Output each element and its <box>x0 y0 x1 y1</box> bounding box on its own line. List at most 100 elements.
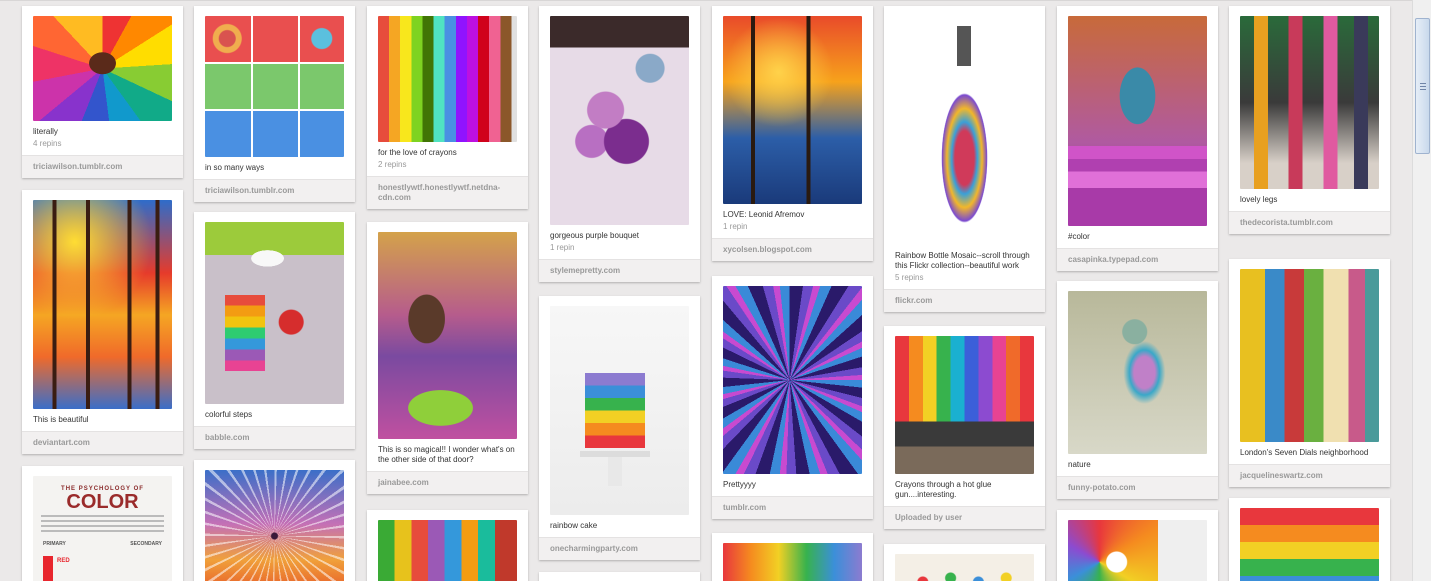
pin-source-link[interactable]: funny-potato.com <box>1057 476 1218 499</box>
pin-image-rainbow-collage[interactable] <box>205 16 344 157</box>
grip-line <box>1420 83 1426 84</box>
pin-source-text[interactable]: jacquelineswartz.com <box>1240 471 1379 481</box>
pin-card[interactable]: rainbow cake onecharmingparty.com <box>539 296 700 560</box>
pin-card[interactable] <box>884 544 1045 581</box>
pin-description: lovely legs <box>1240 195 1278 204</box>
scrollbar-thumb[interactable] <box>1415 18 1430 154</box>
pin-card[interactable] <box>367 510 528 581</box>
pin-image-purple-bouquet[interactable] <box>550 16 689 225</box>
pin-image-color-wheel-chart[interactable] <box>1068 520 1207 581</box>
pin-image-crayon-heart[interactable] <box>33 16 172 121</box>
grip-line <box>1420 89 1426 90</box>
pin-image-seven-dials[interactable] <box>1240 269 1379 442</box>
pin-source-text[interactable]: xycolsen.blogspot.com <box>723 245 862 255</box>
pin-card[interactable]: gorgeous purple bouquet 1 repin stylemep… <box>539 6 700 282</box>
pin-source-link[interactable]: stylemepretty.com <box>539 259 700 282</box>
pin-description: rainbow cake <box>550 521 598 530</box>
pin-image-crayons-2[interactable] <box>378 520 517 581</box>
pin-description: This is beautiful <box>33 415 89 424</box>
pin-source-text[interactable]: deviantart.com <box>33 438 172 448</box>
pin-card[interactable]: colorful steps babble.com <box>194 212 355 449</box>
pin-source-text[interactable]: Uploaded by user <box>895 513 1034 523</box>
pin-card[interactable]: Rainbow Bottle Mosaic--scroll through th… <box>884 6 1045 312</box>
pin-image-color-poster[interactable]: THE PSYCHOLOGY OF COLOR PRIMARY SECONDAR… <box>33 476 172 581</box>
pin-card[interactable]: Crayons through a hot glue gun....intere… <box>884 326 1045 529</box>
pin-source-link[interactable]: tumblr.com <box>712 496 873 519</box>
pin-source-text[interactable]: funny-potato.com <box>1068 483 1207 493</box>
poster-kicker: THE PSYCHOLOGY OF <box>61 486 144 492</box>
pin-card[interactable] <box>539 572 700 581</box>
grip-line <box>1420 86 1426 87</box>
pin-image-crayons[interactable] <box>378 16 517 142</box>
poster-body-lines <box>33 515 172 532</box>
pin-image-magical-room[interactable] <box>378 232 517 439</box>
pin-image-rainbow-cupcakes[interactable] <box>1240 508 1379 581</box>
pin-source-text[interactable]: triciawilson.tumblr.com <box>33 162 172 172</box>
pin-description: Prettyyyy <box>723 480 756 489</box>
pin-image-glass-ceiling[interactable] <box>723 543 862 581</box>
pin-card[interactable]: lovely legs thedecorista.tumblr.com <box>1229 6 1390 234</box>
pin-image-afremov-painting[interactable] <box>723 16 862 204</box>
pin-source-text[interactable]: stylemepretty.com <box>550 266 689 276</box>
pin-source-link[interactable]: onecharmingparty.com <box>539 537 700 560</box>
pin-card[interactable]: for the love of crayons 2 repins honestl… <box>367 6 528 209</box>
pin-card[interactable]: This is so magical!! I wonder what's on … <box>367 222 528 494</box>
pin-card[interactable] <box>712 533 873 581</box>
pin-source-link[interactable]: triciawilson.tumblr.com <box>194 179 355 202</box>
pin-source-link[interactable]: triciawilson.tumblr.com <box>22 155 183 178</box>
pin-card[interactable]: London's Seven Dials neighborhood jacque… <box>1229 259 1390 487</box>
pin-source-link[interactable]: flickr.com <box>884 289 1045 312</box>
pin-source-text[interactable]: thedecorista.tumblr.com <box>1240 218 1379 228</box>
pin-card[interactable]: nature funny-potato.com <box>1057 281 1218 499</box>
pin-image-colorful-legs[interactable] <box>1240 16 1379 189</box>
pin-image-colorful-steps[interactable] <box>205 222 344 404</box>
pin-source-text[interactable]: tumblr.com <box>723 503 862 513</box>
pin-source-link[interactable]: honestlywtf.honestlywtf.netdna-cdn.com <box>367 176 528 209</box>
pin-grid: literally 4 repins triciawilson.tumblr.c… <box>0 0 1412 581</box>
pin-card[interactable]: THE PSYCHOLOGY OF COLOR PRIMARY SECONDAR… <box>22 466 183 581</box>
pin-source-text[interactable]: babble.com <box>205 433 344 443</box>
pin-card[interactable]: literally 4 repins triciawilson.tumblr.c… <box>22 6 183 178</box>
pin-card[interactable]: in so many ways triciawilson.tumblr.com <box>194 6 355 202</box>
pin-repin-count: 1 repin <box>550 243 575 252</box>
pin-image-mosaic-bottle[interactable] <box>895 16 1034 245</box>
pin-source-text[interactable]: triciawilson.tumblr.com <box>205 186 344 196</box>
pin-image-spools[interactable] <box>895 554 1034 581</box>
pin-source-text[interactable]: flickr.com <box>895 296 1034 306</box>
vertical-scrollbar[interactable] <box>1412 0 1431 581</box>
pin-source-text[interactable]: onecharmingparty.com <box>550 544 689 554</box>
pin-repin-count: 2 repins <box>378 160 407 169</box>
pin-image-rainbow-forest[interactable] <box>33 200 172 409</box>
pin-source-link[interactable]: xycolsen.blogspot.com <box>712 238 873 261</box>
pin-source-text[interactable]: jainabee.com <box>378 478 517 488</box>
pin-image-melted-crayons[interactable] <box>895 336 1034 474</box>
pin-description: literally <box>33 127 58 136</box>
pin-card[interactable]: Prettyyyy tumblr.com <box>712 276 873 519</box>
pin-image-dandelion-sunset[interactable] <box>205 470 344 581</box>
pin-source-link[interactable]: babble.com <box>194 426 355 449</box>
pin-source-link[interactable]: Uploaded by user <box>884 506 1045 529</box>
pin-source-link[interactable]: deviantart.com <box>22 431 183 454</box>
pin-source-link[interactable]: thedecorista.tumblr.com <box>1229 211 1390 234</box>
pin-image-stained-glass[interactable] <box>723 286 862 474</box>
pin-card[interactable]: #color casapinka.typepad.com <box>1057 6 1218 271</box>
pin-image-lilac-roller-bird[interactable] <box>1068 291 1207 454</box>
pin-card[interactable]: LOVE: Leonid Afremov 1 repin xycolsen.bl… <box>712 6 873 261</box>
pin-card[interactable] <box>194 460 355 581</box>
pin-repin-count: 1 repin <box>723 222 748 231</box>
pin-card[interactable]: This is beautiful deviantart.com <box>22 190 183 454</box>
pin-card[interactable] <box>1057 510 1218 581</box>
pin-image-pink-steps[interactable] <box>1068 16 1207 226</box>
pin-source-link[interactable]: casapinka.typepad.com <box>1057 248 1218 271</box>
pin-source-text[interactable]: casapinka.typepad.com <box>1068 255 1207 265</box>
pin-description: London's Seven Dials neighborhood <box>1240 448 1369 457</box>
pin-image-rainbow-cake[interactable] <box>550 306 689 515</box>
pin-source-link[interactable]: jacquelineswartz.com <box>1229 464 1390 487</box>
pin-source-link[interactable]: jainabee.com <box>367 471 528 494</box>
poster-red-swatch <box>43 556 53 581</box>
top-divider <box>0 0 1412 1</box>
pin-repin-count: 4 repins <box>33 139 62 148</box>
poster-red-label: RED <box>57 558 70 564</box>
pin-source-text[interactable]: honestlywtf.honestlywtf.netdna-cdn.com <box>378 183 517 203</box>
pin-card[interactable] <box>1229 498 1390 581</box>
